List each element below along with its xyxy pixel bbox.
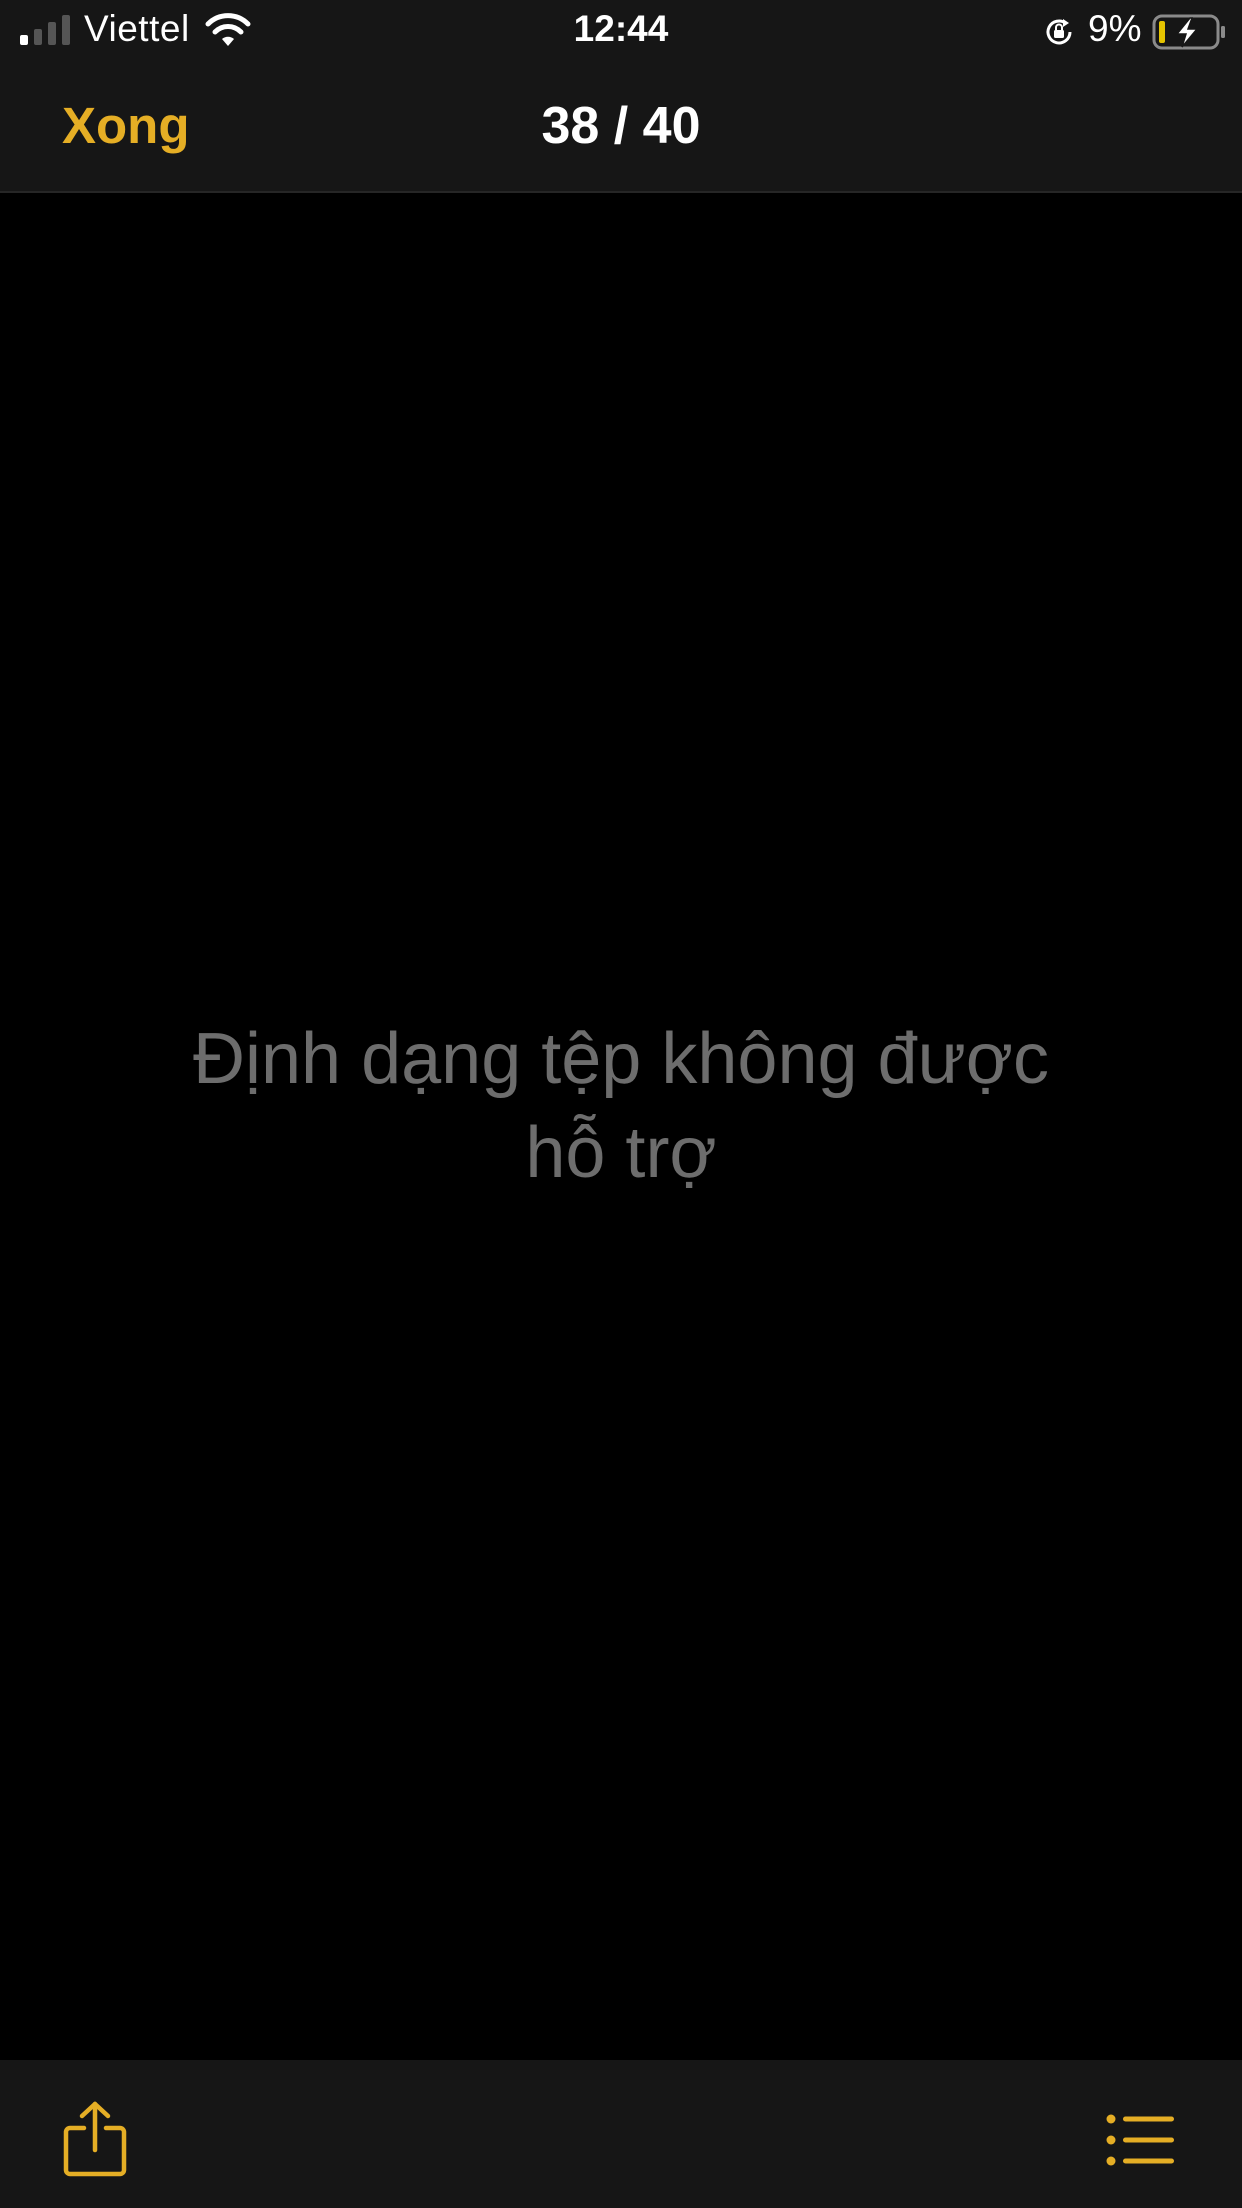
unsupported-format-message: Định dạng tệp không được hỗ trợ (121, 1012, 1121, 1200)
message-line-1: Định dạng tệp không được (193, 1019, 1049, 1099)
file-viewer-screen: Viettel 12:44 9% Xong 38 / 40 Định dạng … (0, 0, 1242, 2208)
share-icon[interactable] (62, 2100, 128, 2178)
page-counter: 38 / 40 (541, 97, 701, 155)
orientation-lock-icon (1046, 19, 1072, 45)
top-bar: Viettel 12:44 9% Xong 38 / 40 (0, 0, 1242, 193)
list-icon[interactable] (1106, 2114, 1176, 2166)
message-line-2: hỗ trợ (525, 1113, 717, 1193)
status-bar: Viettel 12:44 9% (0, 0, 1242, 62)
bottom-toolbar (0, 2060, 1242, 2208)
battery-charging-icon (1152, 14, 1225, 50)
battery-percent: 9% (1088, 8, 1142, 49)
